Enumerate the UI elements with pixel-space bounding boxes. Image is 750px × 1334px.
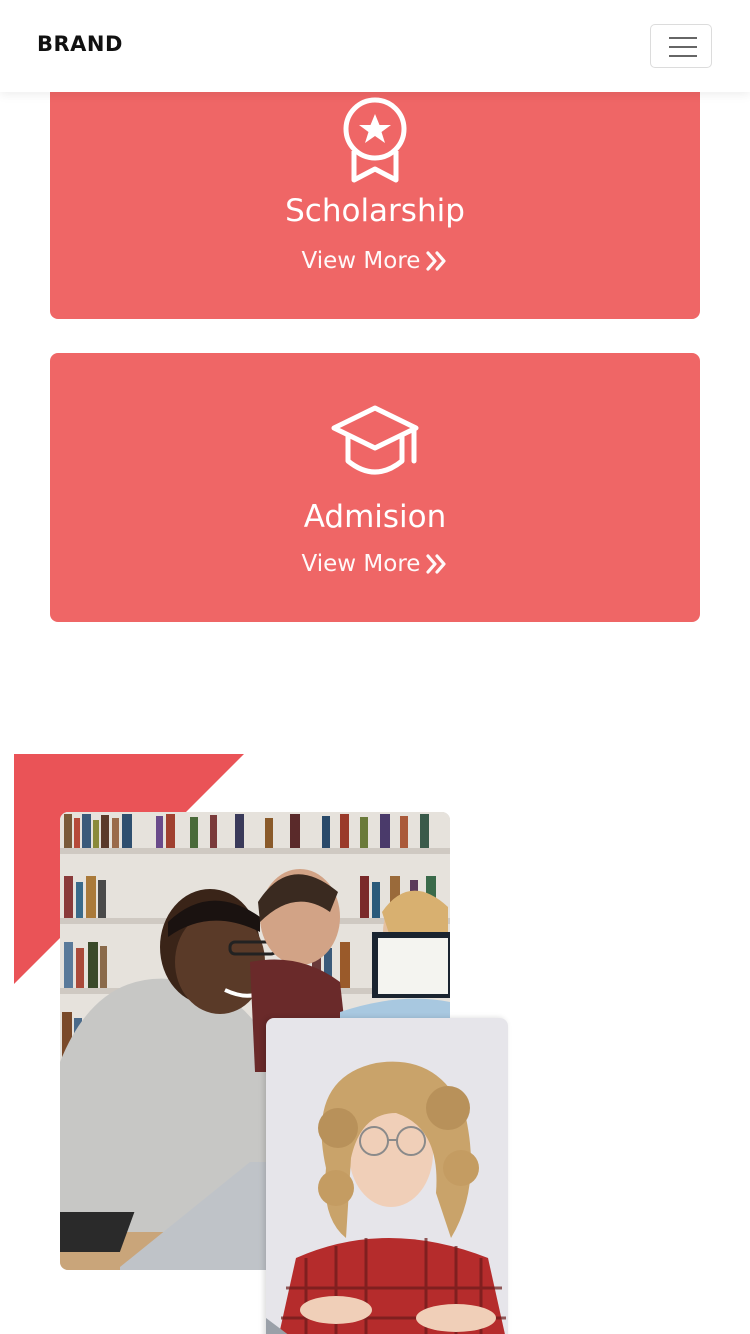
admission-title: Admision	[303, 499, 447, 535]
admission-card[interactable]: Admision View More	[50, 353, 700, 622]
brand-logo[interactable]: BRAND	[37, 32, 123, 56]
admission-view-more-link[interactable]: View More	[50, 551, 700, 577]
student-laptop-photo	[266, 1018, 508, 1334]
view-more-label: View More	[301, 248, 421, 274]
menu-toggle-button[interactable]	[650, 24, 712, 68]
scholarship-view-more-link[interactable]: View More	[50, 248, 700, 274]
award-ribbon-icon	[343, 97, 407, 183]
hamburger-menu-icon-bar	[669, 46, 697, 48]
double-chevron-right-icon	[426, 554, 447, 574]
hamburger-menu-icon-bar	[669, 55, 697, 57]
view-more-label: View More	[301, 551, 421, 577]
graduation-cap-icon	[331, 405, 419, 475]
page: BRAND Scholarship View More Admision Vie…	[0, 0, 750, 1334]
navbar: BRAND	[0, 0, 750, 92]
double-chevron-right-icon	[426, 251, 447, 271]
scholarship-title: Scholarship	[285, 193, 465, 229]
hamburger-menu-icon	[669, 37, 697, 39]
scholarship-card[interactable]: Scholarship View More	[50, 60, 700, 319]
